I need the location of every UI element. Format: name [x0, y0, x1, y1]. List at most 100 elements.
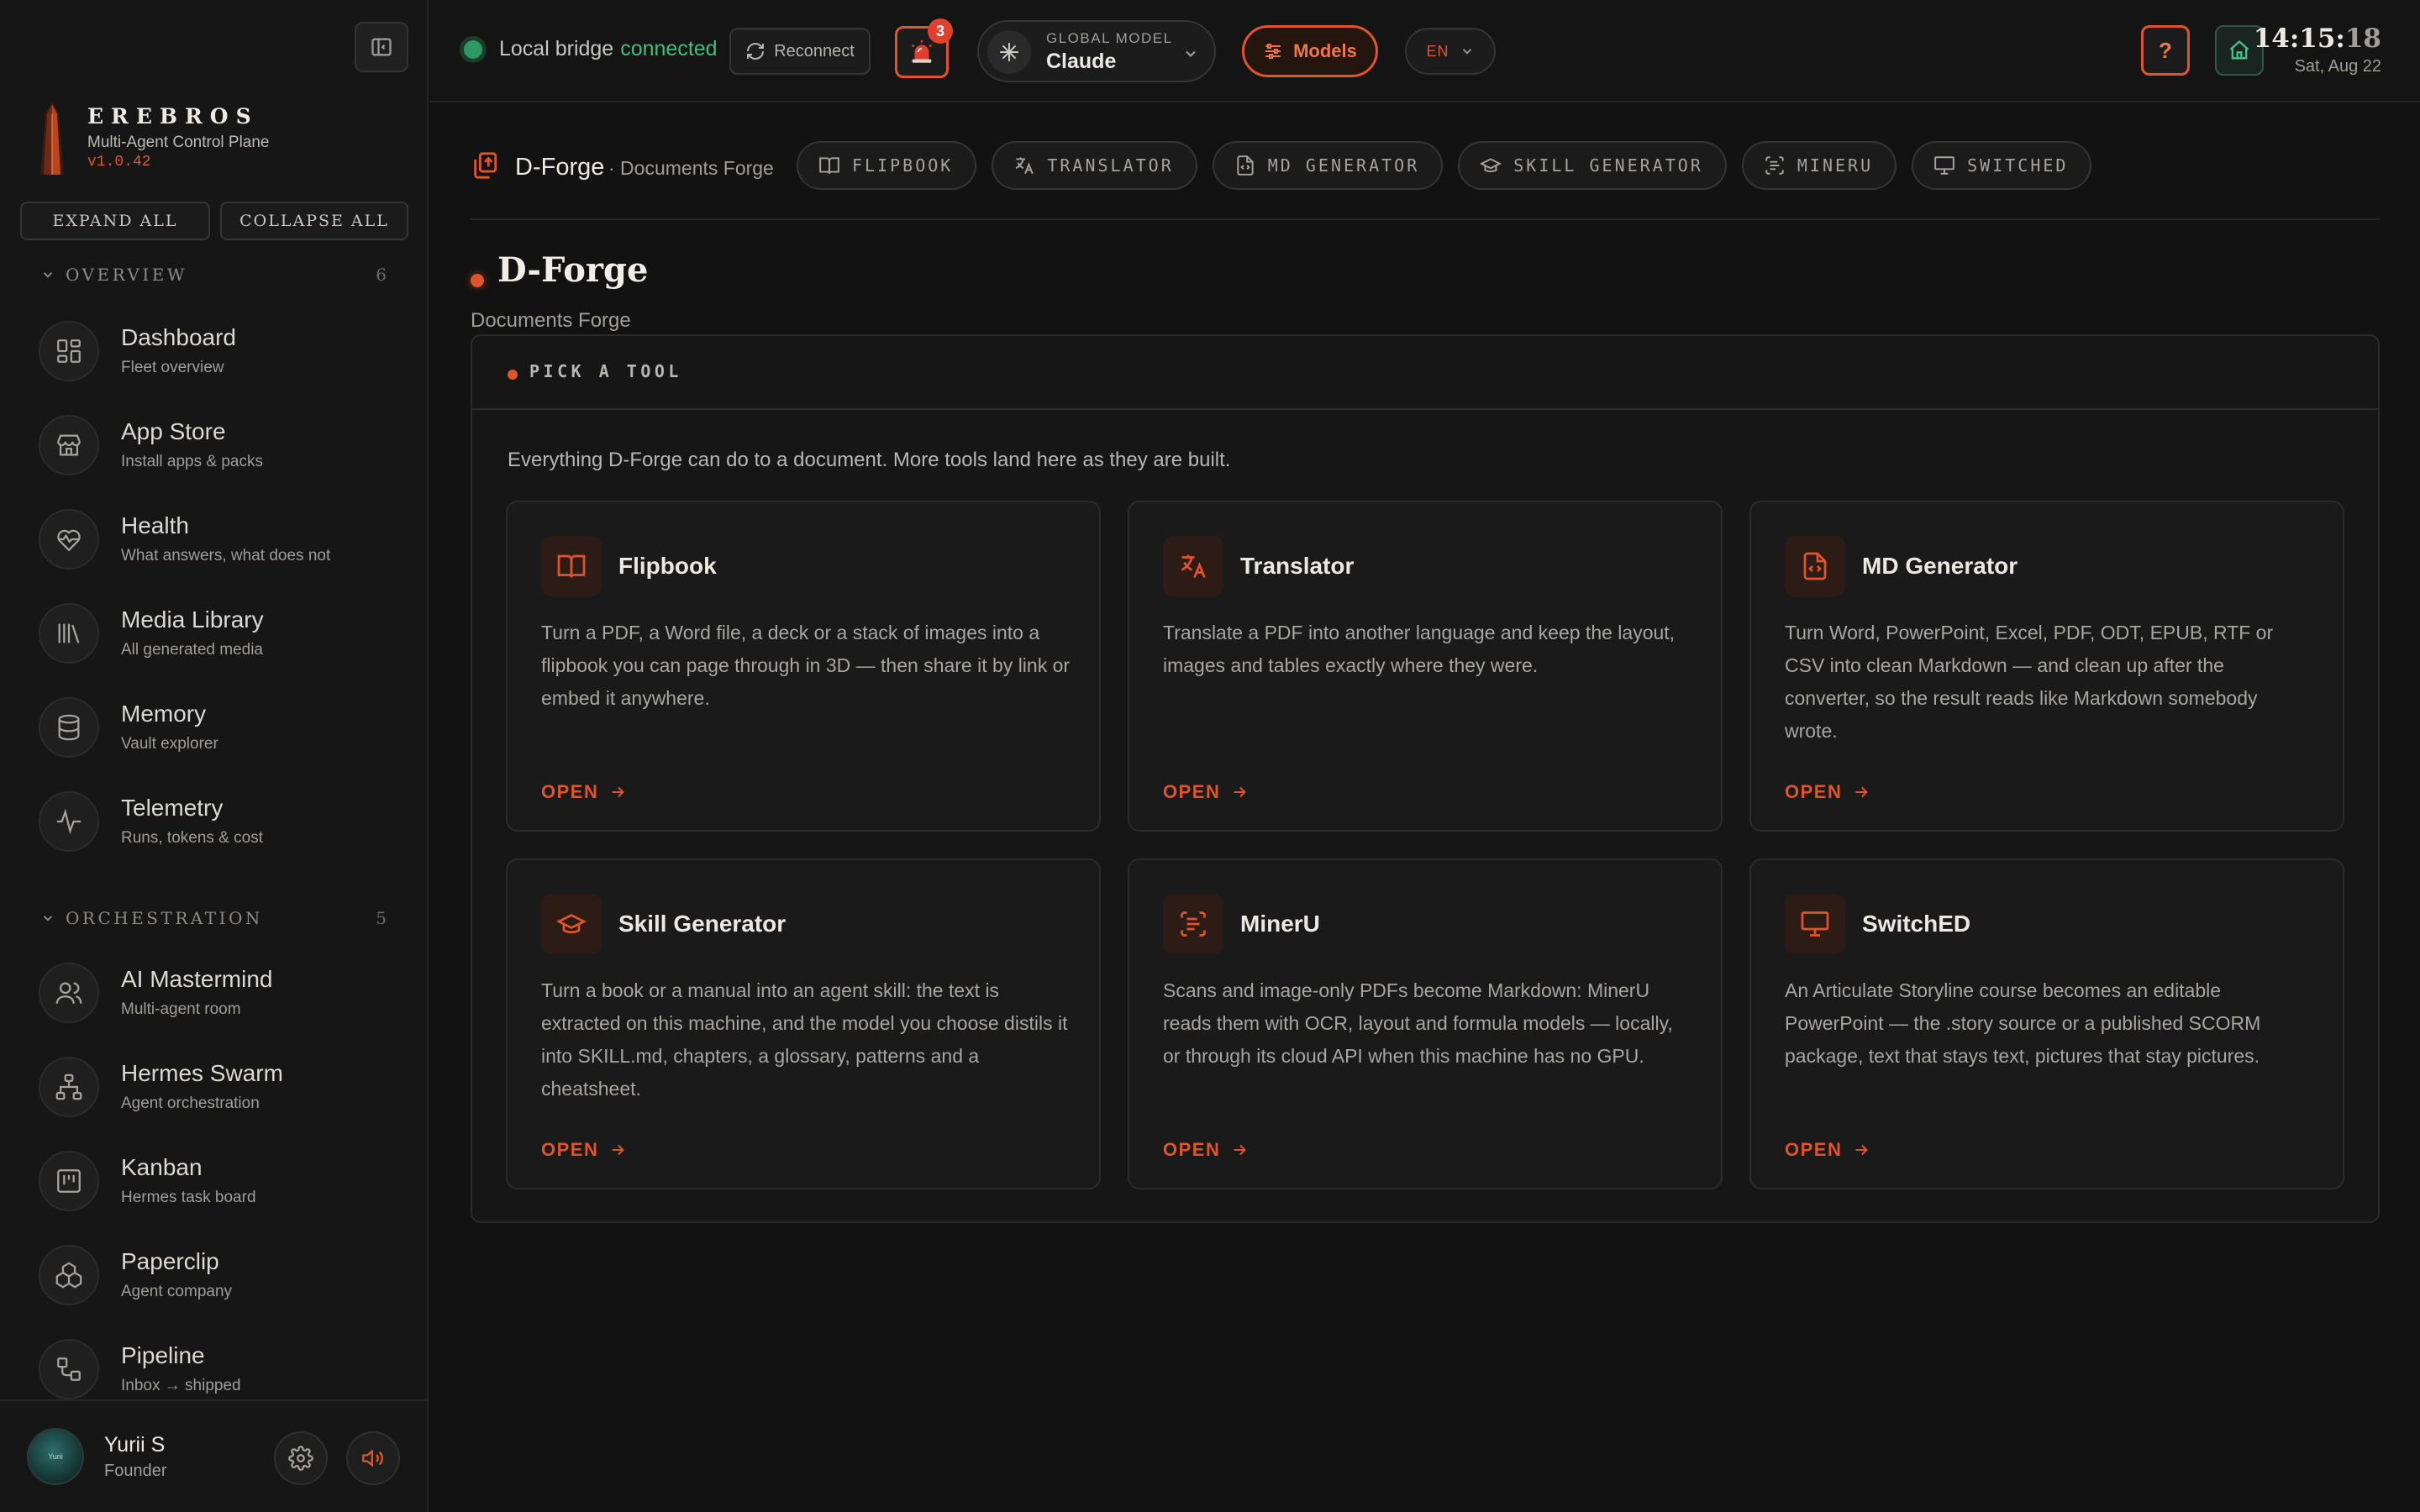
section-count: 5: [376, 908, 387, 928]
open-link[interactable]: OPEN: [1163, 1139, 1249, 1161]
sidebar-item-subtitle: Install apps & packs: [121, 453, 263, 470]
sidebar-item-hermes-swarm[interactable]: Hermes Swarm Agent orchestration: [39, 1047, 392, 1127]
tool-card-title: Flipbook: [618, 553, 717, 579]
sidebar-item-title: Hermes Swarm: [121, 1060, 283, 1086]
open-link[interactable]: OPEN: [1785, 781, 1870, 803]
tool-card-description: Translate a PDF into another language an…: [1163, 622, 1676, 676]
tool-card-title: Skill Generator: [618, 911, 786, 937]
tab-translator[interactable]: TRANSLATOR: [992, 141, 1197, 190]
sparkle-icon: [987, 30, 1031, 74]
page-subtitle: Documents Forge: [471, 309, 631, 332]
sidebar-item-paperclip[interactable]: Paperclip Agent company: [39, 1235, 392, 1315]
section-orchestration-header[interactable]: ORCHESTRATION 5: [40, 906, 387, 931]
sidebar-item-media-library[interactable]: Media Library All generated media: [39, 593, 392, 674]
file-code-icon: [1785, 536, 1845, 596]
activity-icon: [39, 791, 99, 852]
tool-card-mineru[interactable]: MinerU Scans and image-only PDFs become …: [1128, 858, 1723, 1189]
tab-label: SWITCHED: [1967, 155, 2069, 176]
sidebar-item-ai-mastermind[interactable]: AI Mastermind Multi-agent room: [39, 953, 392, 1033]
store-icon: [39, 415, 99, 475]
language-select[interactable]: EN: [1405, 28, 1496, 75]
tool-card-switched[interactable]: SwitchED An Articulate Storyline course …: [1749, 858, 2344, 1189]
graduation-cap-icon: [1480, 158, 1502, 173]
tool-tabs: FLIPBOOK TRANSLATOR MD GENERATOR SKILL G…: [797, 141, 2107, 190]
tool-card-description: Turn Word, PowerPoint, Excel, PDF, ODT, …: [1785, 622, 2274, 742]
network-icon: [39, 1057, 99, 1117]
sidebar-item-app-store[interactable]: App Store Install apps & packs: [39, 405, 392, 486]
home-icon: [2229, 39, 2249, 60]
sidebar-item-health[interactable]: Health What answers, what does not: [39, 499, 392, 580]
sound-toggle-button[interactable]: [346, 1431, 400, 1485]
tab-skill-generator[interactable]: SKILL GENERATOR: [1458, 141, 1727, 190]
models-button[interactable]: Models: [1242, 25, 1378, 77]
panel-left-icon: [371, 38, 392, 56]
gear-icon: [288, 1446, 313, 1471]
avatar-text: Yurii: [48, 1452, 63, 1461]
open-label: OPEN: [541, 781, 599, 802]
open-link[interactable]: OPEN: [541, 781, 627, 803]
brand-subtitle: Multi-Agent Control Plane: [87, 134, 270, 151]
speaker-icon: [362, 1449, 383, 1467]
tab-label: FLIPBOOK: [852, 155, 954, 176]
collapse-all-button[interactable]: COLLAPSE ALL: [220, 202, 408, 240]
tab-label: MD GENERATOR: [1267, 155, 1420, 176]
sidebar-item-title: AI Mastermind: [121, 966, 273, 992]
sidebar-item-subtitle: Multi-agent room: [121, 1000, 241, 1018]
sidebar-item-dashboard[interactable]: Dashboard Fleet overview: [39, 311, 392, 391]
sidebar-item-kanban[interactable]: Kanban Hermes task board: [39, 1141, 392, 1221]
sidebar-footer: Yurii Yurii S Founder: [0, 1399, 427, 1512]
open-label: OPEN: [1785, 1139, 1843, 1160]
tool-card-title: MinerU: [1240, 911, 1320, 937]
tab-mineru[interactable]: MINERU: [1741, 141, 1897, 190]
open-link[interactable]: OPEN: [1163, 781, 1249, 803]
settings-button[interactable]: [274, 1431, 328, 1485]
tool-card-md-generator[interactable]: MD Generator Turn Word, PowerPoint, Exce…: [1749, 501, 2344, 832]
tool-card-flipbook[interactable]: Flipbook Turn a PDF, a Word file, a deck…: [506, 501, 1101, 832]
sidebar-item-title: Kanban: [121, 1154, 203, 1180]
file-code-icon: [1237, 155, 1254, 176]
section-overview-header[interactable]: OVERVIEW 6: [40, 262, 387, 287]
open-link[interactable]: OPEN: [1785, 1139, 1870, 1161]
sidebar-item-subtitle: Fleet overview: [121, 359, 224, 376]
models-label: Models: [1293, 40, 1357, 61]
global-model-select[interactable]: GLOBAL MODEL Claude: [977, 20, 1216, 82]
chevron-down-icon: [1462, 49, 1471, 55]
chevron-down-icon: [1186, 50, 1196, 57]
sidebar-toggle-button[interactable]: [355, 22, 408, 72]
avatar[interactable]: Yurii: [27, 1428, 84, 1485]
sidebar-item-subtitle: What answers, what does not: [121, 547, 331, 564]
expand-all-button[interactable]: EXPAND ALL: [20, 202, 210, 240]
bridge-status-text: connected: [620, 37, 718, 60]
language-label: EN: [1426, 42, 1449, 60]
kanban-icon: [39, 1151, 99, 1211]
tab-flipbook[interactable]: FLIPBOOK: [797, 141, 977, 190]
reconnect-button[interactable]: Reconnect: [729, 28, 871, 75]
sidebar-item-pipeline[interactable]: Pipeline Inbox → shipped: [39, 1329, 392, 1399]
sidebar-item-subtitle: Runs, tokens & cost: [121, 829, 263, 847]
tool-card-skill-generator[interactable]: Skill Generator Turn a book or a manual …: [506, 858, 1101, 1189]
sidebar-item-telemetry[interactable]: Telemetry Runs, tokens & cost: [39, 781, 392, 862]
user-name: Yurii S: [104, 1433, 166, 1457]
breadcrumb-title[interactable]: D-Forge: [515, 154, 604, 181]
bridge-label: Local bridge: [499, 37, 614, 60]
page-status-dot: [471, 274, 484, 287]
tab-md-generator[interactable]: MD GENERATOR: [1212, 141, 1444, 190]
sidebar-item-memory[interactable]: Memory Vault explorer: [39, 687, 392, 768]
tool-card-description: An Articulate Storyline course becomes a…: [1785, 979, 2261, 1067]
dashboard-icon: [39, 321, 99, 381]
tool-card-translator[interactable]: Translator Translate a PDF into another …: [1128, 501, 1723, 832]
chevron-down-icon: [43, 272, 53, 278]
presentation-icon: [1785, 894, 1845, 954]
tab-switched[interactable]: SWITCHED: [1912, 141, 2092, 190]
section-count: 6: [376, 265, 387, 285]
help-button[interactable]: ?: [2141, 25, 2190, 76]
library-icon: [39, 603, 99, 664]
open-link[interactable]: OPEN: [541, 1139, 627, 1161]
topbar: Local bridge connected Reconnect 3 GLOBA…: [430, 0, 2420, 102]
tool-card-description: Turn a PDF, a Word file, a deck or a sta…: [541, 622, 1071, 709]
book-icon: [541, 536, 602, 596]
tool-picker-panel: PICK A TOOL Everything D-Forge can do to…: [471, 334, 2380, 1223]
sidebar-item-title: Paperclip: [121, 1248, 219, 1274]
siren-icon: [911, 39, 933, 63]
brand-version: v1.0.42: [87, 154, 151, 171]
